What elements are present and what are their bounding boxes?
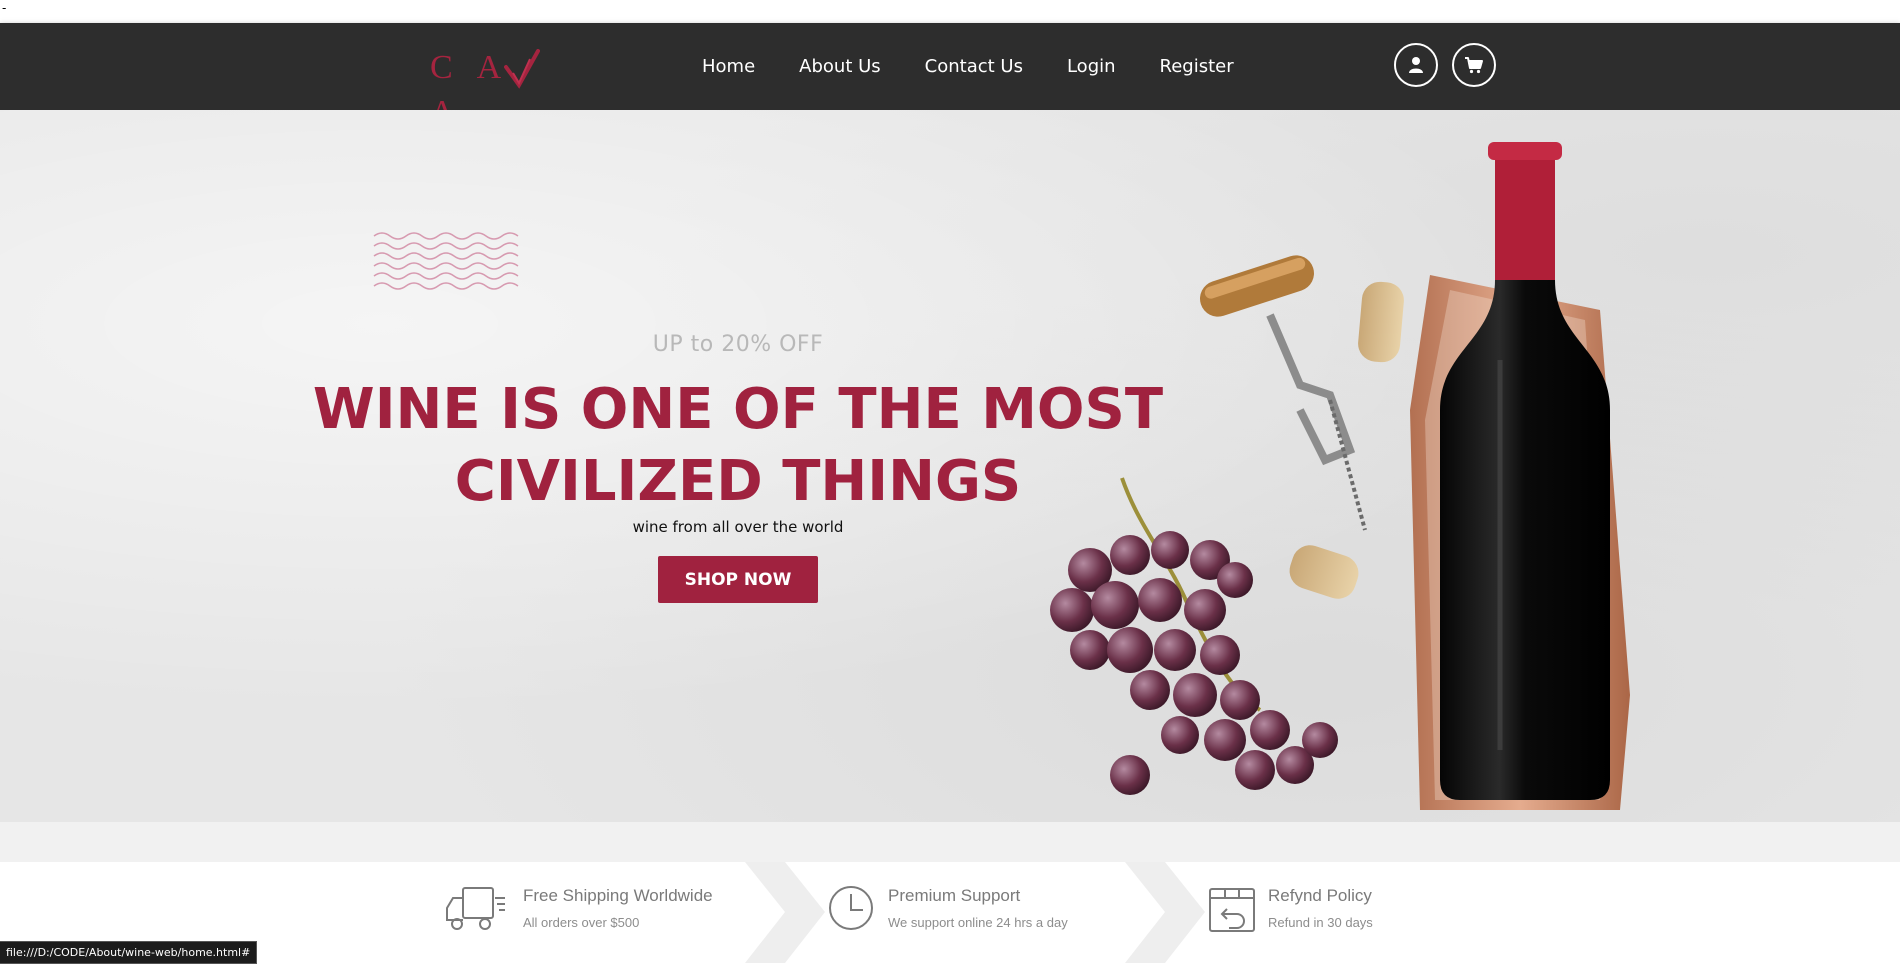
navbar: CA A Home About Us Contact Us Login Regi…	[0, 23, 1900, 131]
feature-title: Free Shipping Worldwide	[523, 886, 713, 905]
features-strip: Free Shipping Worldwide All orders over …	[0, 862, 1900, 963]
feature-subtitle: We support online 24 hrs a day	[888, 915, 1068, 930]
top-dash: -	[2, 1, 7, 15]
delivery-truck-icon	[446, 887, 505, 930]
nav-about-link[interactable]: About Us	[799, 56, 881, 77]
feature-subtitle: All orders over $500	[523, 915, 640, 930]
feature-title: Refynd Policy	[1268, 886, 1372, 905]
user-icon	[1409, 57, 1423, 73]
logo-check-icon	[504, 49, 540, 89]
hero-banner: UP to 20% OFF WINE IS ONE OF THE MOST CI…	[0, 110, 1900, 822]
main-nav: Home About Us Contact Us Login Register	[702, 23, 1278, 110]
user-button[interactable]	[1394, 43, 1438, 87]
nav-register-link[interactable]: Register	[1160, 56, 1234, 77]
cart-button[interactable]	[1452, 43, 1496, 87]
feature-title: Premium Support	[888, 886, 1021, 905]
clock-icon	[829, 886, 873, 930]
refund-box-icon	[1209, 888, 1255, 932]
feature-support: Premium Support We support online 24 hrs…	[825, 862, 1125, 963]
browser-status-url: file:///D:/CODE/About/wine-web/home.html…	[0, 941, 258, 964]
browser-top-strip: -	[0, 0, 1900, 23]
feature-subtitle: Refund in 30 days	[1268, 915, 1373, 930]
bottle-body	[1440, 280, 1610, 800]
logo[interactable]: CA A	[430, 45, 570, 131]
feature-shipping: Free Shipping Worldwide All orders over …	[445, 862, 745, 963]
nav-home-link[interactable]: Home	[702, 56, 755, 77]
decorative-waves-icon	[373, 232, 519, 290]
cart-icon	[1465, 57, 1483, 74]
shop-now-button[interactable]: SHOP NOW	[658, 556, 818, 603]
bottle-capsule	[1495, 142, 1555, 287]
wine-still-life-image	[1050, 142, 1630, 810]
feature-refund: Refynd Policy Refund in 30 days	[1205, 862, 1505, 963]
nav-contact-link[interactable]: Contact Us	[925, 56, 1023, 77]
nav-login-link[interactable]: Login	[1067, 56, 1116, 77]
section-gap	[0, 822, 1900, 862]
